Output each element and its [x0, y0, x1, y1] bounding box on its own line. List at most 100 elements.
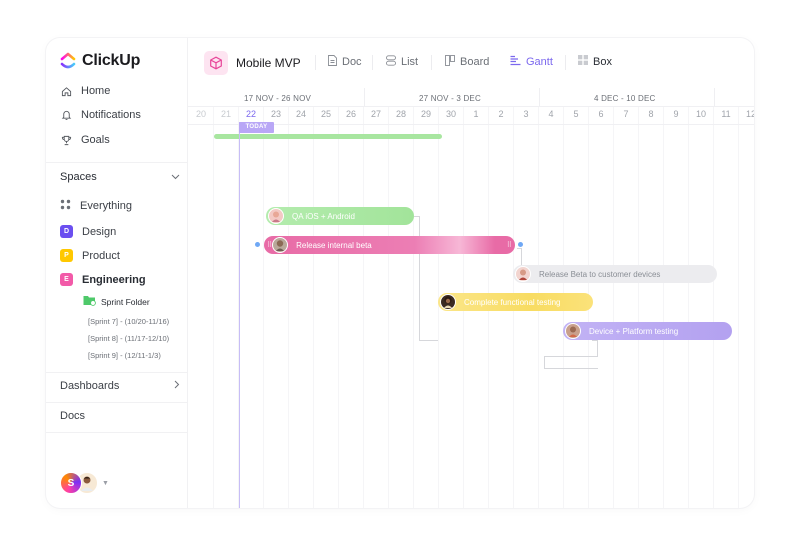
caret-down-icon: ▼	[102, 479, 109, 487]
spaces-label: Spaces	[60, 171, 97, 183]
space-label: Product	[82, 249, 120, 262]
view-header: Mobile MVP Doc List Board Gantt Box	[188, 38, 754, 88]
tab-separator	[565, 55, 566, 70]
tab-board[interactable]: Board	[445, 55, 489, 69]
day-grid-line	[363, 106, 364, 508]
sprint-list-item[interactable]: [Sprint 9] - (12/11-1/3)	[88, 351, 161, 360]
chevron-down-icon[interactable]	[171, 171, 180, 183]
clickup-logo[interactable]: ClickUp	[60, 52, 140, 70]
sidebar-item-dashboards[interactable]: Dashboards	[60, 380, 180, 392]
week-label: 27 NOV - 3 DEC	[419, 94, 481, 103]
dependency-connector	[420, 340, 438, 341]
task-bar-qa-ios-android[interactable]: QA iOS + Android	[266, 207, 414, 225]
sidebar-item-label: Home	[81, 85, 111, 97]
task-bar-release-beta-customer[interactable]: Release Beta to customer devices	[513, 265, 717, 283]
sidebar-divider	[46, 432, 188, 433]
sidebar-item-label: Goals	[81, 134, 110, 146]
week-separator	[364, 88, 365, 106]
assignee-avatar	[515, 266, 531, 282]
tab-label: Doc	[342, 56, 362, 68]
space-badge: D	[60, 225, 73, 238]
spaces-header[interactable]: Spaces	[60, 171, 180, 183]
space-design[interactable]: D Design	[60, 225, 116, 238]
tab-box[interactable]: Box	[578, 55, 612, 68]
day-label: 27	[370, 109, 381, 119]
sidebar-divider	[46, 372, 188, 373]
task-label: Release Beta to customer devices	[539, 269, 661, 279]
space-label: Engineering	[82, 273, 146, 286]
assignee-avatar	[565, 323, 581, 339]
project-title-area[interactable]: Mobile MVP	[204, 51, 301, 75]
tab-label: Board	[460, 56, 490, 68]
day-label: 20	[195, 109, 206, 119]
tab-list[interactable]: List	[386, 55, 418, 69]
sidebar-divider	[46, 402, 188, 403]
day-grid-line	[638, 106, 639, 508]
dependency-connector	[544, 356, 598, 369]
task-bar-release-internal-beta[interactable]: ⠿ Release internal beta ⠿	[264, 236, 515, 254]
day-grid-line	[738, 106, 739, 508]
week-label: 17 NOV - 26 NOV	[244, 94, 312, 103]
tab-label: Box	[593, 55, 612, 68]
day-label: 28	[395, 109, 406, 119]
task-label: Release internal beta	[296, 240, 372, 250]
day-label: 8	[648, 109, 654, 119]
sprint-folder[interactable]: Sprint Folder	[83, 295, 150, 308]
gantt-icon	[510, 55, 521, 69]
assignee-avatar	[440, 294, 456, 310]
sprint-list-item[interactable]: [Sprint 8] - (11/17-12/10)	[88, 334, 169, 343]
today-marker-line	[239, 122, 240, 508]
space-product[interactable]: P Product	[60, 249, 120, 262]
day-grid-line	[213, 106, 214, 508]
tab-gantt[interactable]: Gantt	[510, 55, 553, 69]
sprint-list-item[interactable]: [Sprint 7] - (10/20-11/16)	[88, 317, 169, 326]
day-grid-line	[288, 106, 289, 508]
drag-handle-dot-left[interactable]	[255, 242, 260, 247]
sprint-progress-bar[interactable]	[214, 134, 442, 139]
tab-doc[interactable]: Doc	[328, 55, 362, 69]
dependency-connector	[414, 216, 420, 341]
cube-icon	[204, 51, 228, 75]
app-window: ClickUp Home Notifications Goals Spaces	[46, 38, 754, 508]
assignee-avatar	[272, 237, 289, 253]
sidebar-item-label: Docs	[60, 410, 86, 422]
clickup-logo-icon	[60, 52, 76, 69]
app-name: ClickUp	[82, 52, 141, 69]
tab-separator	[315, 55, 316, 70]
board-icon	[445, 55, 455, 69]
sidebar: ClickUp Home Notifications Goals Spaces	[46, 38, 188, 508]
gantt-chart: 17 NOV - 26 NOV 27 NOV - 3 DEC 4 DEC - 1…	[188, 88, 754, 508]
doc-icon	[328, 55, 337, 69]
week-label: 4 DEC - 10 DEC	[594, 94, 656, 103]
day-grid-line	[688, 106, 689, 508]
task-bar-complete-functional-testing[interactable]: Complete functional testing	[438, 293, 593, 311]
sidebar-item-everything[interactable]: Everything	[60, 199, 132, 213]
drag-handle-dot-right[interactable]	[518, 242, 523, 247]
day-label: 7	[623, 109, 629, 119]
space-badge: E	[60, 273, 73, 286]
day-label: 3	[523, 109, 529, 119]
sidebar-item-docs[interactable]: Docs	[60, 410, 180, 422]
bell-icon	[60, 109, 72, 121]
sidebar-item-notifications[interactable]: Notifications	[60, 109, 141, 121]
day-label: 6	[598, 109, 604, 119]
folder-label: Sprint Folder	[101, 296, 150, 307]
day-grid-line	[713, 106, 714, 508]
day-label: 5	[573, 109, 579, 119]
drag-grip-icon[interactable]: ⠿	[267, 241, 272, 249]
folder-icon	[83, 295, 96, 308]
day-label: 10	[695, 109, 706, 119]
sidebar-item-label: Everything	[80, 200, 132, 212]
day-grid-line	[388, 106, 389, 508]
space-engineering[interactable]: E Engineering	[60, 273, 146, 286]
home-icon	[60, 85, 72, 97]
drag-grip-icon[interactable]: ⠿	[507, 241, 512, 249]
week-separator	[714, 88, 715, 106]
task-bar-device-platform-testing[interactable]: Device + Platform testing	[563, 322, 732, 340]
sidebar-item-goals[interactable]: Goals	[60, 134, 110, 146]
day-label: 12	[745, 109, 754, 119]
header-divider	[188, 106, 754, 107]
sidebar-item-home[interactable]: Home	[60, 85, 110, 97]
box-icon	[578, 55, 588, 68]
user-menu[interactable]: S ▼	[60, 472, 109, 494]
